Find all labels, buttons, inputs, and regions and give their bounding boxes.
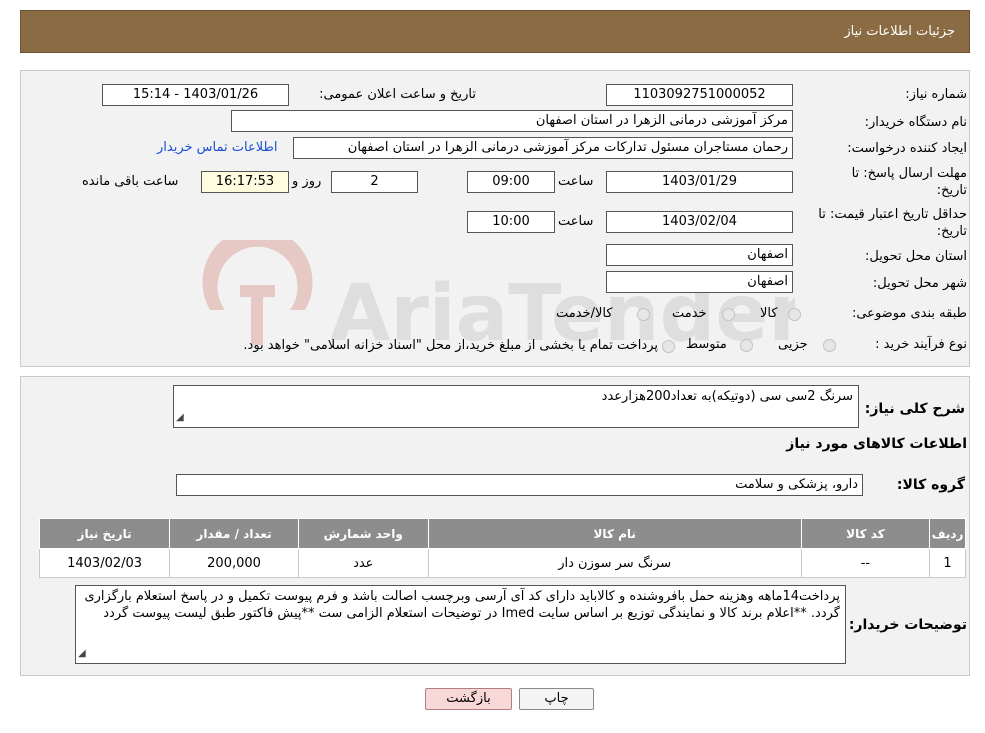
city-label: شهر محل تحویل: bbox=[872, 276, 967, 291]
category-goods-service-radio[interactable] bbox=[637, 308, 650, 321]
province-label: استان محل تحویل: bbox=[865, 249, 967, 264]
goods-info-title: اطلاعات کالاهای مورد نیاز bbox=[786, 436, 967, 452]
category-goods-radio[interactable] bbox=[788, 308, 801, 321]
buyer-notes-label: توضیحات خریدار: bbox=[848, 617, 967, 633]
deadline-time-field: 09:00 bbox=[467, 171, 555, 193]
buyer-org-field: مرکز آموزشی درمانی الزهرا در استان اصفها… bbox=[231, 110, 793, 132]
process-label: نوع فرآیند خرید : bbox=[875, 337, 967, 352]
col-header-row-number: ردیف bbox=[929, 518, 966, 549]
buyer-contact-link[interactable]: اطلاعات تماس خریدار bbox=[157, 140, 277, 156]
need-number-field: 1103092751000052 bbox=[606, 84, 793, 106]
buyer-notes-textarea[interactable]: پرداخت14ماهه وهزینه حمل بافروشنده و کالا… bbox=[75, 585, 846, 664]
print-button[interactable]: چاپ bbox=[519, 688, 594, 710]
deadline-label-date: تاریخ: bbox=[936, 183, 967, 198]
validity-time-label: ساعت bbox=[558, 214, 594, 229]
page-header: جزئيات اطلاعات نياز bbox=[20, 10, 970, 53]
back-button[interactable]: بازگشت bbox=[425, 688, 512, 710]
category-service-radio[interactable] bbox=[722, 308, 735, 321]
cell-need-date: 1403/02/03 bbox=[38, 548, 171, 578]
treasury-payment-note: پرداخت تمام یا بخشی از مبلغ خرید،از محل … bbox=[243, 338, 658, 353]
goods-group-field: دارو، پزشکی و سلامت bbox=[176, 474, 863, 496]
process-minor-radio[interactable] bbox=[823, 339, 836, 352]
validity-time-field: 10:00 bbox=[467, 211, 555, 233]
category-goods-label: کالا bbox=[760, 306, 778, 321]
province-field: اصفهان bbox=[606, 244, 793, 266]
deadline-label: مهلت ارسال پاسخ: تا bbox=[851, 166, 967, 181]
creator-field: رحمان مستاجران مسئول تدارکات مرکز آموزشی… bbox=[293, 137, 793, 159]
col-header-need-date: تاریخ نیاز bbox=[38, 518, 171, 549]
buyer-org-label: نام دستگاه خریدار: bbox=[864, 115, 967, 130]
remaining-time-label: ساعت باقی مانده bbox=[82, 174, 179, 189]
resize-grip-icon[interactable]: ◢ bbox=[176, 409, 184, 426]
treasury-payment-row: پرداخت تمام یا بخشی از مبلغ خرید،از محل … bbox=[131, 337, 675, 355]
description-text: سرنگ 2سی سی (دوتیکه)به تعداد200هزارعدد bbox=[601, 389, 853, 404]
validity-label: حداقل تاریخ اعتبار قیمت: تا bbox=[818, 207, 967, 222]
col-header-quantity: تعداد / مقدار bbox=[169, 518, 299, 549]
process-medium-radio[interactable] bbox=[740, 339, 753, 352]
deadline-date-field: 1403/01/29 bbox=[606, 171, 793, 193]
category-goods-service-label: کالا/خدمت bbox=[556, 306, 613, 321]
description-label: شرح کلی نیاز: bbox=[864, 401, 965, 417]
col-header-unit: واحد شمارش bbox=[297, 518, 429, 549]
goods-group-label: گروه کالا: bbox=[896, 477, 965, 493]
deadline-time-label: ساعت bbox=[558, 174, 594, 189]
goods-table-header-row: ردیف کد کالا نام کالا واحد شمارش تعداد /… bbox=[38, 518, 966, 549]
validity-date-field: 1403/02/04 bbox=[606, 211, 793, 233]
table-row: 1 -- سرنگ سر سوزن دار عدد 200,000 1403/0… bbox=[38, 548, 966, 578]
buyer-notes-text: پرداخت14ماهه وهزینه حمل بافروشنده و کالا… bbox=[84, 589, 840, 621]
description-textarea[interactable]: سرنگ 2سی سی (دوتیکه)به تعداد200هزارعدد ◢ bbox=[173, 385, 859, 428]
cell-row-number: 1 bbox=[929, 548, 966, 578]
remaining-time-field: 16:17:53 bbox=[201, 171, 289, 193]
resize-grip-icon[interactable]: ◢ bbox=[78, 645, 86, 662]
need-number-label: شماره نیاز: bbox=[905, 87, 967, 102]
process-minor-label: جزیی bbox=[778, 337, 808, 352]
days-remaining-field: 2 bbox=[331, 171, 418, 193]
validity-label-date: تاریخ: bbox=[936, 224, 967, 239]
creator-label: ایجاد کننده درخواست: bbox=[847, 141, 967, 156]
announce-field: 1403/01/26 - 15:14 bbox=[102, 84, 289, 106]
announce-label: تاریخ و ساعت اعلان عمومی: bbox=[319, 87, 476, 102]
cell-quantity: 200,000 bbox=[169, 548, 299, 578]
goods-table: ردیف کد کالا نام کالا واحد شمارش تعداد /… bbox=[38, 518, 966, 578]
treasury-payment-checkbox[interactable] bbox=[662, 339, 675, 353]
cell-goods-code: -- bbox=[800, 548, 931, 578]
category-service-label: خدمت bbox=[672, 306, 707, 321]
category-label: طبقه بندی موضوعی: bbox=[851, 306, 967, 321]
cell-goods-name: سرنگ سر سوزن دار bbox=[427, 548, 802, 578]
city-field: اصفهان bbox=[606, 271, 793, 293]
process-medium-label: متوسط bbox=[686, 337, 727, 352]
cell-unit: عدد bbox=[297, 548, 429, 578]
col-header-goods-name: نام کالا bbox=[427, 518, 802, 549]
days-label: روز و bbox=[292, 174, 322, 189]
page-title: جزئيات اطلاعات نياز bbox=[844, 24, 955, 39]
col-header-goods-code: کد کالا bbox=[800, 518, 931, 549]
